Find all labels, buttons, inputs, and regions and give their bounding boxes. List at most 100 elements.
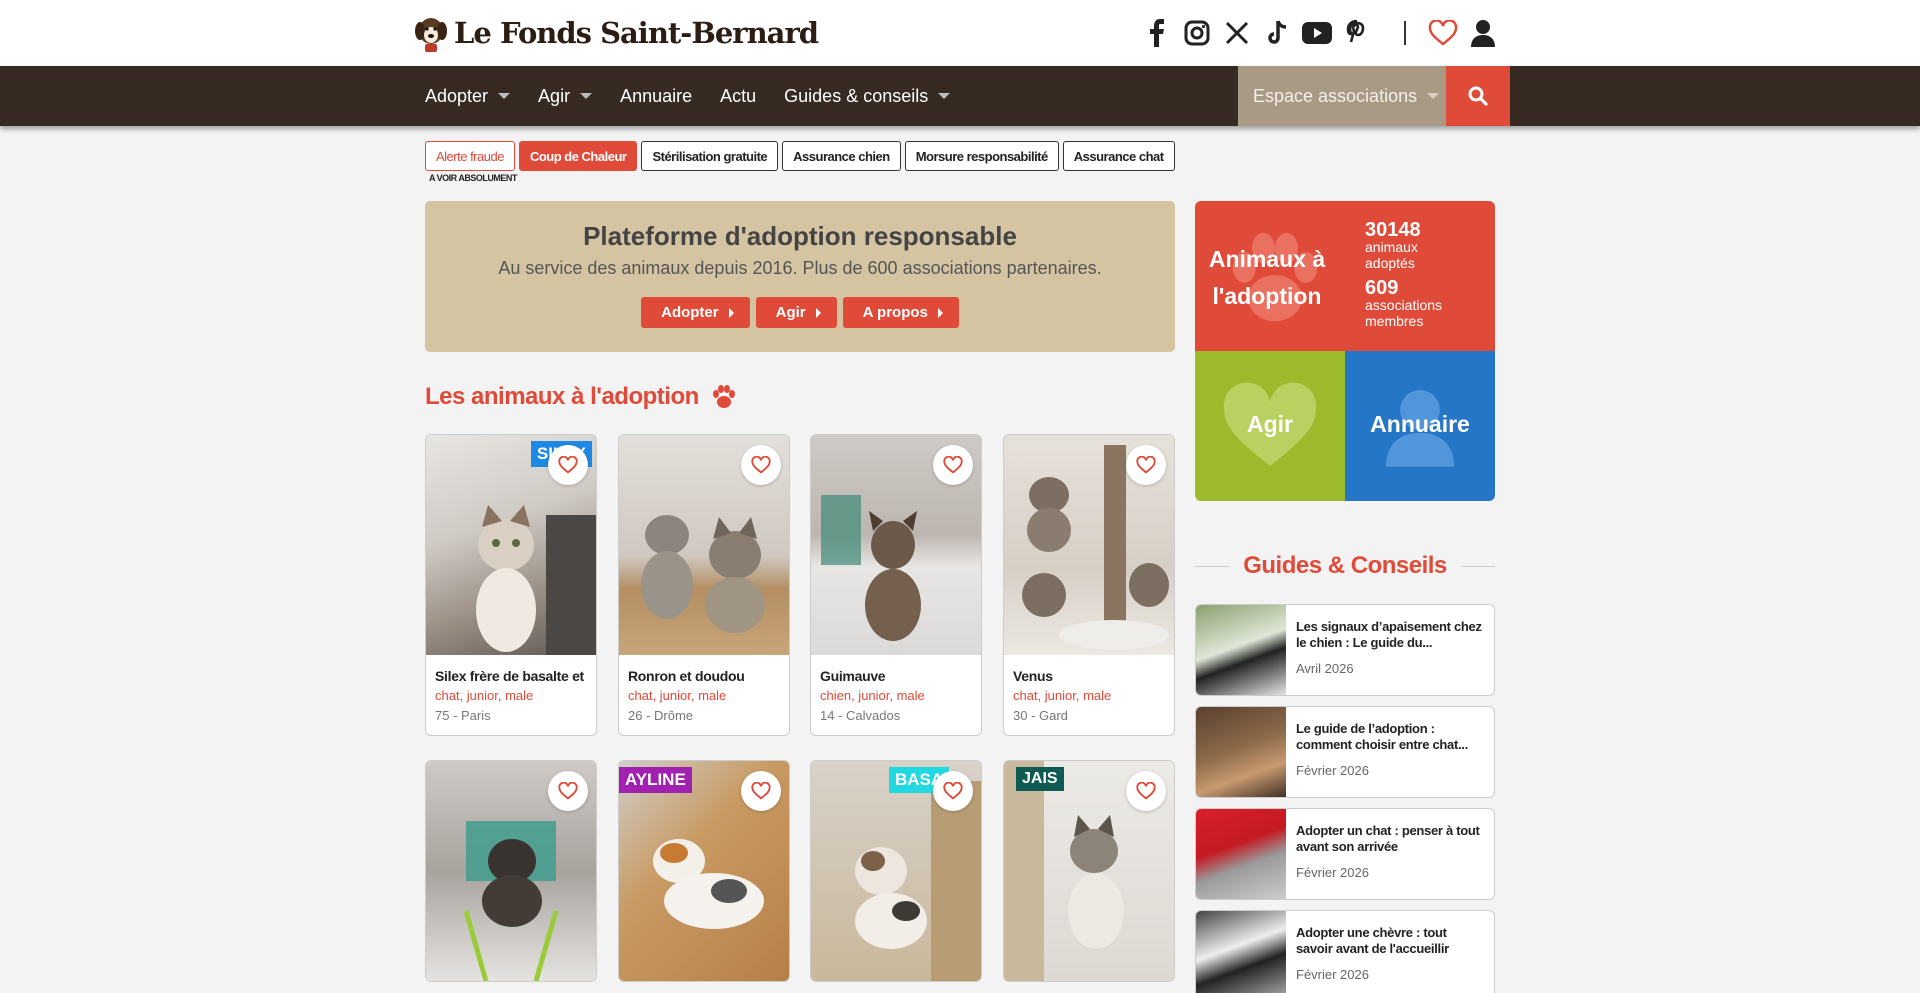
guide-item[interactable]: Le guide de l’adoption : comment choisir… <box>1195 706 1495 798</box>
facebook-icon[interactable] <box>1142 18 1172 48</box>
favorite-heart-icon[interactable] <box>548 771 588 811</box>
animal-name: Venus <box>1013 668 1053 684</box>
nav-label: Adopter <box>425 85 489 106</box>
favorite-heart-icon[interactable] <box>1126 445 1166 485</box>
favorite-heart-icon[interactable] <box>933 445 973 485</box>
caret-down-icon <box>938 93 951 99</box>
button-label: A propos <box>862 304 928 321</box>
name-tag: AYLINE <box>619 767 692 793</box>
user-account-icon[interactable] <box>1468 18 1498 48</box>
animal-card[interactable] <box>425 760 597 982</box>
guide-item[interactable]: Les signaux d’apaisement chez le chien :… <box>1195 604 1495 696</box>
pinterest-icon[interactable] <box>1342 18 1372 48</box>
guide-date: Avril 2026 <box>1296 661 1354 676</box>
divider <box>1404 21 1406 45</box>
animal-location: 26 - Drôme <box>628 708 694 723</box>
top-header: Le Fonds Saint-Bernard <box>0 0 1920 66</box>
nav-item-agir[interactable]: Agir <box>538 85 593 107</box>
guide-date: Février 2026 <box>1296 763 1369 778</box>
animal-photo: JAIS <box>1004 761 1174 981</box>
nav-item-adopter[interactable]: Adopter <box>425 85 511 107</box>
guide-item[interactable]: Adopter un chat : penser à tout avant so… <box>1195 808 1495 900</box>
animal-photo <box>619 435 789 655</box>
animal-photo <box>426 761 596 981</box>
name-tag: JAIS <box>1016 767 1064 791</box>
divider <box>1460 565 1495 567</box>
favorites-heart-icon[interactable] <box>1428 18 1458 48</box>
youtube-icon[interactable] <box>1302 18 1332 48</box>
hero-adopter-button[interactable]: Adopter <box>641 297 750 328</box>
stat-adopted-label: animaux adoptés <box>1365 239 1418 271</box>
animal-photo <box>1004 435 1174 655</box>
tiktok-icon[interactable] <box>1262 18 1292 48</box>
nav-label: Annuaire <box>620 85 693 106</box>
favorite-heart-icon[interactable] <box>741 771 781 811</box>
guide-date: Février 2026 <box>1296 865 1369 880</box>
nav-item-actu[interactable]: Actu <box>720 86 756 107</box>
animal-meta: chien, junior, male <box>820 688 925 703</box>
search-button[interactable] <box>1446 66 1510 126</box>
x-icon[interactable] <box>1222 18 1252 48</box>
guide-title: Adopter une chèvre : tout savoir avant d… <box>1296 925 1449 956</box>
guide-title: Adopter un chat : penser à tout avant so… <box>1296 823 1480 854</box>
animal-meta: chat, junior, male <box>435 688 534 703</box>
favorite-heart-icon[interactable] <box>1126 771 1166 811</box>
caret-down-icon <box>1427 93 1440 99</box>
nav-label: Actu <box>720 85 757 106</box>
animal-card[interactable]: BASA <box>810 760 982 982</box>
nav-item-guides[interactable]: Guides & conseils <box>784 86 951 107</box>
agir-tile[interactable]: Agir <box>1195 351 1345 501</box>
nav-label: Agir <box>538 85 571 106</box>
tile-label: Animaux à l'adoption <box>1208 246 1326 309</box>
espace-label: Espace associations <box>1253 85 1418 106</box>
hero-buttons: Adopter Agir A propos <box>425 297 1175 328</box>
favorite-heart-icon[interactable] <box>741 445 781 485</box>
hero-title: Plateforme d'adoption responsable <box>583 221 1017 251</box>
animal-card[interactable]: SILEX Silex frère de basalte et chat, ju… <box>425 434 597 736</box>
espace-associations-button[interactable]: Espace associations <box>1238 66 1446 126</box>
animal-location: 75 - Paris <box>435 708 491 723</box>
guide-thumbnail <box>1196 605 1286 695</box>
annuaire-tile[interactable]: Annuaire <box>1345 351 1495 501</box>
nav-item-annuaire[interactable]: Annuaire <box>620 86 692 107</box>
site-logo[interactable]: Le Fonds Saint-Bernard <box>414 12 819 54</box>
caret-down-icon <box>498 93 511 99</box>
nav-menu: Adopter Agir Annuaire Actu Guides & cons… <box>425 66 978 126</box>
guide-item[interactable]: Adopter une chèvre : tout savoir avant d… <box>1195 910 1495 993</box>
animal-name: Ronron et doudou <box>628 668 745 684</box>
arrow-right-icon <box>937 307 943 318</box>
tile-label: Agir <box>1247 411 1293 437</box>
pill-assurance-chien[interactable]: Assurance chien <box>782 141 901 171</box>
animal-card[interactable]: AYLINE <box>618 760 790 982</box>
pill-alerte-fraude[interactable]: Alerte fraude <box>425 141 515 171</box>
arrow-right-icon <box>815 307 821 318</box>
pill-sterilisation[interactable]: Stérilisation gratuite <box>641 141 779 171</box>
animal-name: Guimauve <box>820 668 886 684</box>
favorite-heart-icon[interactable] <box>933 771 973 811</box>
hero-banner: Plateforme d'adoption responsable Au ser… <box>425 201 1175 352</box>
animal-name: Silex frère de basalte et <box>435 668 584 684</box>
instagram-icon[interactable] <box>1182 18 1212 48</box>
animal-card[interactable]: JAIS <box>1003 760 1175 982</box>
animal-card[interactable]: Guimauve chien, junior, male 14 - Calvad… <box>810 434 982 736</box>
animal-card[interactable]: Venus chat, junior, male 30 - Gard <box>1003 434 1175 736</box>
hero-agir-button[interactable]: Agir <box>755 297 837 328</box>
dog-logo-icon <box>415 18 447 52</box>
arrow-right-icon <box>728 307 734 318</box>
animal-meta: chat, junior, male <box>1013 688 1112 703</box>
animal-photo <box>811 435 981 655</box>
pill-coup-de-chaleur[interactable]: Coup de Chaleur <box>518 141 638 171</box>
guide-thumbnail <box>1196 809 1286 899</box>
favorite-heart-icon[interactable] <box>548 445 588 485</box>
guide-thumbnail <box>1196 707 1286 797</box>
quick-links: Alerte fraude Coup de Chaleur Stérilisat… <box>425 141 1175 171</box>
adoption-stats-tile[interactable]: Animaux à l'adoption 30148 animaux adopt… <box>1195 201 1495 351</box>
pill-assurance-chat[interactable]: Assurance chat <box>1062 141 1175 171</box>
pill-morsure[interactable]: Morsure responsabilité <box>904 141 1059 171</box>
button-label: Agir <box>775 304 806 321</box>
caret-down-icon <box>580 93 593 99</box>
animal-location: 14 - Calvados <box>820 708 901 723</box>
guides-title-text: Guides & Conseils <box>1243 552 1447 579</box>
animal-card[interactable]: Ronron et doudou chat, junior, male 26 -… <box>618 434 790 736</box>
hero-apropos-button[interactable]: A propos <box>842 297 959 328</box>
